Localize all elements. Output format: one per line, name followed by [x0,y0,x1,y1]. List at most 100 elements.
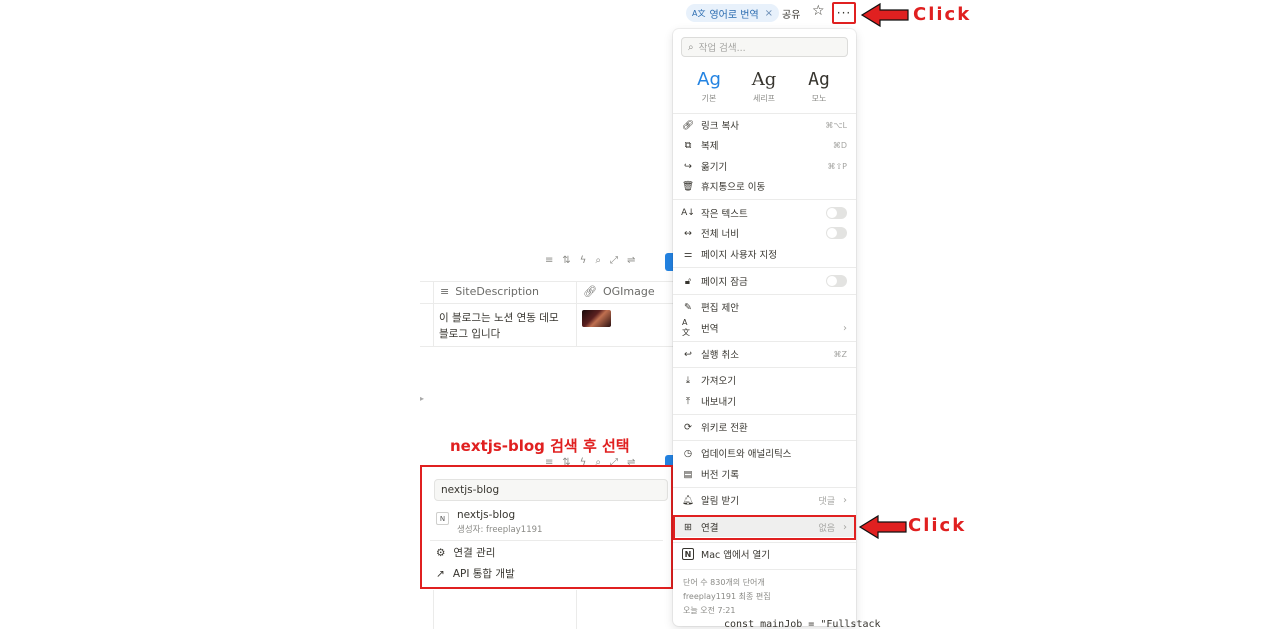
duplicate-shortcut: ⌘D [832,140,847,150]
full-width-item[interactable]: ↔ 전체 너비 [673,223,856,243]
download-icon: ⤓ [685,374,691,386]
font-option-serif[interactable]: Ag 세리프 [739,69,789,104]
suggest-edit-icon: ✎ [684,301,692,313]
connection-result-title: nextjs-blog [457,509,516,521]
notifications-item[interactable]: 🔔︎ 알림 받기 댓글 › [673,490,856,510]
lock-icon: 🔓︎ [684,275,692,287]
translate-item[interactable]: A文 번역 › [673,318,856,338]
og-image-thumbnail[interactable] [582,310,611,327]
develop-integration-item[interactable]: ↗ API 통합 개발 [436,566,515,581]
text-property-icon: ≡ [440,285,450,298]
translate-label: 번역 [701,324,719,335]
expand-icon[interactable]: ⤢ [610,255,618,266]
more-options-button[interactable]: ··· [832,2,856,24]
font-style-picker: Ag 기본 Ag 세리프 Ag 모노 [673,69,856,109]
database-toolbar: ≡ ⇅ ϟ ⌕ ⤢ ⇌ [545,255,635,266]
duplicate-label: 복제 [701,141,719,152]
open-in-mac-app-label: Mac 앱에서 열기 [701,550,770,561]
bell-icon: 🔔︎ [681,494,695,506]
move-item[interactable]: ↪ 옮기기 ⌘⇧P [673,156,856,176]
undo-item[interactable]: ↩ 실행 취소 ⌘Z [673,344,856,364]
table-cell-description[interactable]: 이 블로그는 노션 연동 데모 블로그 입니다 [439,310,571,342]
suggest-edits-item[interactable]: ✎ 편집 제안 [673,297,856,317]
column-header-ogimage[interactable]: 🔗︎ OGImage [583,285,655,298]
manage-connections-label: 연결 관리 [453,547,496,559]
gear-icon: ⚙ [436,546,446,559]
move-arrow-icon: ↪ [684,160,692,172]
automation-icon[interactable]: ϟ [580,255,587,266]
last-edited-time: 오늘 오전 7:21 [683,606,736,615]
small-text-icon: A↓ [681,208,695,218]
import-item[interactable]: ⤓ 가져오기 [673,370,856,390]
connections-search-input[interactable]: nextjs-blog [434,479,668,501]
develop-integration-label: API 통합 개발 [452,568,515,580]
copy-link-item[interactable]: 🔗︎ 링크 복사 ⌘⌥L [673,115,856,135]
manage-connections-item[interactable]: ⚙ 연결 관리 [436,545,495,560]
small-text-label: 작은 텍스트 [701,209,748,220]
sort-icon[interactable]: ⇅ [562,255,570,266]
import-label: 가져오기 [701,376,736,387]
small-text-item[interactable]: A↓ 작은 텍스트 [673,203,856,223]
menu-divider [673,569,856,570]
menu-search-input[interactable]: ⌕ 작업 검색... [681,37,848,57]
column-header-sitedescription[interactable]: ≡ SiteDescription [440,285,539,298]
undo-icon: ↩ [684,348,692,360]
open-in-mac-app-item[interactable]: N Mac 앱에서 열기 [673,544,856,564]
move-to-trash-item[interactable]: 🗑︎ 휴지통으로 이동 [673,176,856,196]
full-width-toggle[interactable] [826,227,847,239]
font-option-default[interactable]: Ag 기본 [684,69,734,104]
translate-chip-label: 영어로 번역 [709,9,759,21]
lock-page-toggle[interactable] [826,275,847,287]
suggest-edits-label: 편집 제안 [701,303,739,314]
search-instruction-annotation: nextjs-blog 검색 후 선택 [450,437,630,455]
font-label: 기본 [701,94,717,103]
trash-icon: 🗑︎ [681,180,695,192]
font-sample: Ag [697,69,721,90]
wiki-icon: ⟳ [684,421,692,433]
customize-page-item[interactable]: ⚌ 페이지 사용자 지정 [673,244,856,264]
move-shortcut: ⌘⇧P [827,161,847,171]
connection-result-item[interactable]: N nextjs-blog 생성자: freeplay1191 [436,509,542,535]
click-annotation-bottom: Click [908,515,967,536]
table-header-bottom-border [420,303,673,304]
table-column-divider-2 [576,281,577,347]
font-label: 모노 [811,94,827,103]
small-text-toggle[interactable] [826,207,847,219]
updates-analytics-item[interactable]: ◷ 업데이트와 애널리틱스 [673,443,856,463]
filter-icon[interactable]: ≡ [545,255,553,266]
menu-divider [673,267,856,268]
sliders-icon: ⚌ [683,248,693,260]
drag-handle-icon[interactable]: ▸ [420,394,424,403]
connection-result-creator: 생성자: freeplay1191 [457,525,543,535]
upload-icon: ⤒ [685,395,691,407]
turn-into-wiki-item[interactable]: ⟳ 위키로 전환 [673,417,856,437]
version-history-item[interactable]: ▤ 버전 기록 [673,464,856,484]
customize-page-label: 페이지 사용자 지정 [701,250,777,261]
arrow-annotation-bottom [858,514,907,540]
notion-logo-icon: N [682,548,694,560]
table-lower-divider-1 [433,590,434,629]
full-width-icon: ↔ [684,227,692,239]
font-label: 세리프 [752,94,776,103]
copy-link-shortcut: ⌘⌥L [825,120,847,130]
translate-icon: A文 [682,318,690,337]
notifications-value: 댓글 [818,496,835,507]
translate-chip[interactable]: A文 영어로 번역 × [686,4,780,22]
table-header-top-border [420,281,673,282]
duplicate-icon: ⧉ [684,139,692,151]
lock-page-item[interactable]: 🔓︎ 페이지 잠금 [673,271,856,291]
word-count: 단어 수 830개의 단어개 [683,578,765,587]
share-button[interactable]: 공유 [782,6,800,21]
click-annotation-top: Click [913,4,972,25]
star-icon[interactable]: ☆ [812,3,825,19]
page-options-menu: ⌕ 작업 검색... Ag 기본 Ag 세리프 Ag 모노 🔗︎ 링크 복사 ⌘… [673,29,856,626]
menu-divider [673,542,856,543]
close-icon[interactable]: × [765,8,773,19]
link-icon: 🔗︎ [681,119,695,131]
search-icon[interactable]: ⌕ [595,255,601,266]
last-edited-by: freeplay1191 최종 편집 [683,592,771,601]
export-item[interactable]: ⤒ 내보내기 [673,391,856,411]
settings-sliders-icon[interactable]: ⇌ [627,255,635,266]
duplicate-item[interactable]: ⧉ 복제 ⌘D [673,135,856,155]
font-option-mono[interactable]: Ag 모노 [794,69,844,104]
